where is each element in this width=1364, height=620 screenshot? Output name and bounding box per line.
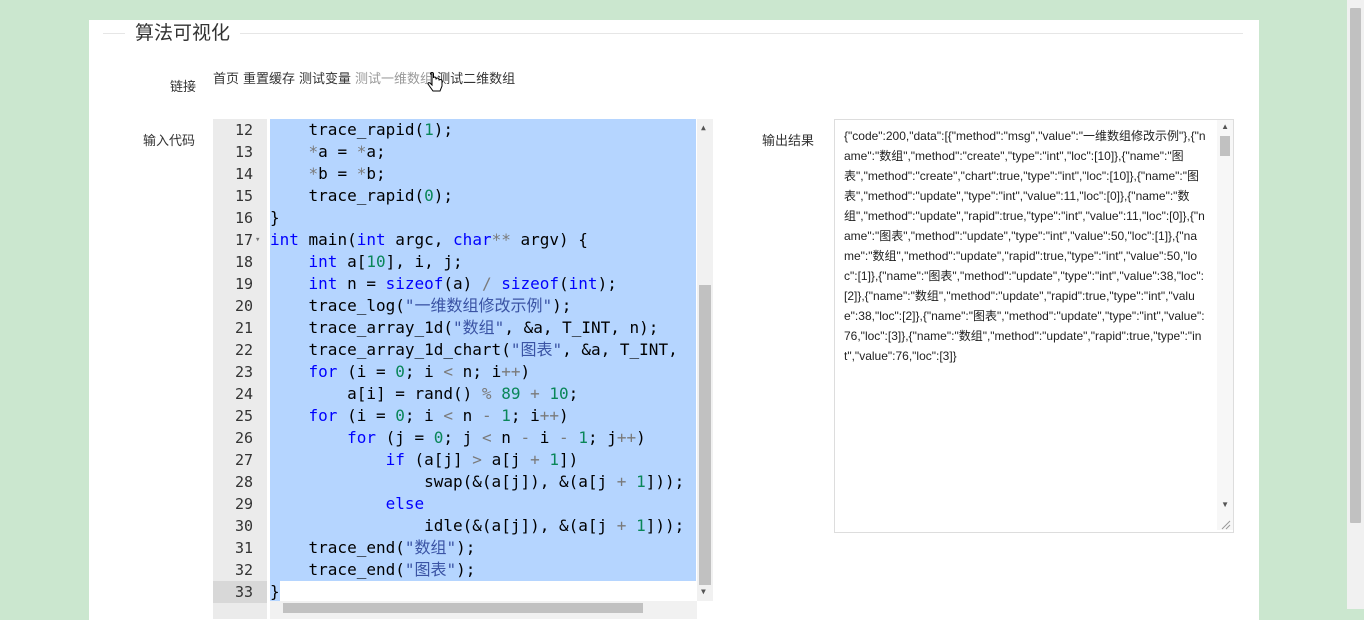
code-text: for (i = 0; i < n - 1; i++) [308, 406, 569, 425]
code-text: trace_rapid(1); [270, 120, 454, 139]
code-text: trace_rapid(0); [270, 186, 454, 205]
line-number: 24 [234, 385, 253, 403]
scroll-up-icon[interactable]: ▲ [701, 123, 706, 132]
page-title: 算法可视化 [125, 21, 241, 45]
code-text: for (i = 0; i < n; i++) [308, 362, 531, 381]
code-text: int main(int argc, char** argv) { [270, 230, 588, 249]
line-number: 28 [234, 473, 253, 491]
output-scrollbar[interactable] [1217, 120, 1233, 530]
code-text: for (j = 0; j < n - i - 1; j++) [347, 428, 646, 447]
resize-handle-icon[interactable] [1221, 520, 1231, 530]
link-test-variable[interactable]: 测试变量 [299, 72, 351, 87]
line-number: 15 [234, 187, 253, 205]
code-text: trace_array_1d_chart("图表", &a, T_INT, [270, 340, 678, 359]
output-text: {"code":200,"data":[{"method":"msg","val… [844, 129, 1206, 363]
line-number: 18 [234, 253, 253, 271]
code-text: trace_end("图表"); [270, 560, 476, 579]
code-editor[interactable]: 12 trace_rapid(1); 13 *a = *a; 14 *b = *b;… [213, 119, 713, 619]
line-number: 21 [234, 319, 253, 337]
page-scroll-thumb[interactable] [1350, 8, 1361, 523]
line-number: 20 [234, 297, 253, 315]
line-number: 19 [234, 275, 253, 293]
link-home[interactable]: 首页 [213, 72, 239, 87]
code-text: int n = sizeof(a) / sizeof(int); [308, 274, 617, 293]
code-text: swap(&(a[j]), &(a[j + 1])); [270, 472, 685, 491]
line-number: 30 [234, 517, 253, 535]
code-text: if (a[j] > a[j + 1]) [385, 450, 579, 469]
line-number: 14 [234, 165, 253, 183]
editor-horizontal-scroll-thumb[interactable] [283, 603, 643, 613]
scroll-down-icon[interactable]: ▼ [1221, 500, 1229, 509]
code-text: trace_array_1d("数组", &a, T_INT, n); [270, 318, 659, 337]
code-text: *b = *b; [308, 164, 386, 183]
code-text: trace_end("数组"); [270, 538, 476, 557]
code-text: } [270, 208, 280, 227]
line-number: 12 [234, 121, 253, 139]
fold-toggle-icon[interactable]: ▾ [255, 229, 260, 251]
link-test-1d-array[interactable]: 测试一维数组 [355, 72, 433, 87]
line-number: 23 [234, 363, 253, 381]
link-test-2d-array[interactable]: 测试二维数组 [437, 72, 515, 87]
editor-vertical-scroll-thumb[interactable] [699, 285, 711, 585]
main-panel: 算法可视化 链接 首页 重置缓存 测试变量 测试一维数组 测试二维数组 输入代码 12 … [89, 20, 1259, 620]
scroll-down-icon[interactable]: ▼ [701, 587, 706, 596]
line-number: 32 [234, 561, 253, 579]
scroll-up-icon[interactable]: ▲ [1221, 122, 1229, 131]
line-number: 13 [234, 143, 253, 161]
line-number: 27 [234, 451, 253, 469]
code-text: } [270, 582, 280, 601]
links-label: 链接 [170, 80, 197, 95]
line-number: 26 [234, 429, 253, 447]
code-text: trace_log("一维数组修改示例"); [270, 296, 572, 315]
code-text: idle(&(a[j]), &(a[j + 1])); [270, 516, 685, 535]
code-text: else [385, 494, 425, 513]
legend-divider [103, 33, 1243, 34]
line-number: 16 [234, 209, 253, 227]
link-reset-cache[interactable]: 重置缓存 [243, 72, 295, 87]
code-text: *a = *a; [308, 142, 386, 161]
output-label: 输出结果 [762, 134, 815, 149]
line-number: 31 [234, 539, 253, 557]
line-number: 33 [234, 583, 253, 601]
input-code-label: 输入代码 [143, 134, 196, 149]
line-number: 25 [234, 407, 253, 425]
code-text: a[i] = rand() % 89 + 10; [270, 384, 579, 403]
output-scroll-thumb[interactable] [1220, 136, 1230, 156]
hand-cursor-icon [427, 72, 443, 92]
line-number: 29 [234, 495, 253, 513]
line-number: 17 [234, 231, 253, 249]
links-bar: 首页 重置缓存 测试变量 测试一维数组 测试二维数组 [213, 68, 519, 87]
code-text: int a[10], i, j; [308, 252, 463, 271]
output-textarea[interactable]: {"code":200,"data":[{"method":"msg","val… [834, 119, 1234, 533]
line-number: 22 [234, 341, 253, 359]
